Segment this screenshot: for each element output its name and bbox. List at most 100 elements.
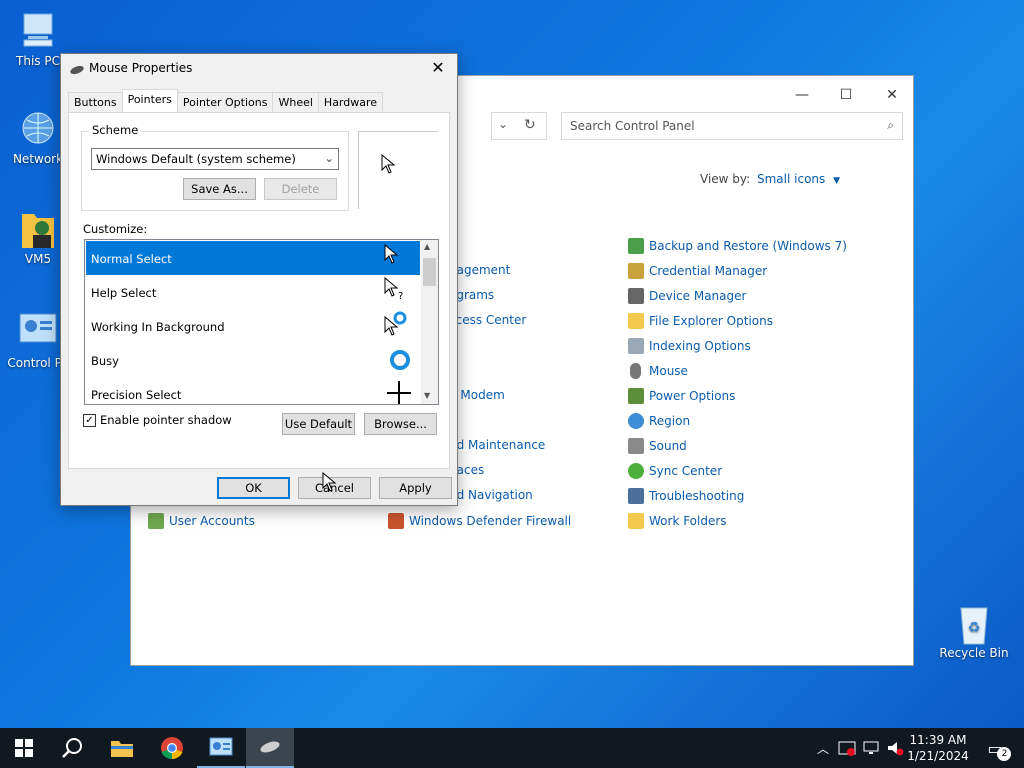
list-item-label: Help Select [91,286,157,300]
cp-item-backup-restore[interactable]: Backup and Restore (Windows 7) [628,238,847,254]
cp-item-label: Power Options [649,389,736,403]
control-panel-taskbar-button[interactable] [197,728,245,768]
list-item-busy[interactable]: Busy [86,343,420,377]
search-button[interactable] [48,728,96,768]
network-tray-button[interactable] [860,728,882,768]
cp-item[interactable]: ccess Center [449,313,526,327]
cp-item-label: Device Manager [649,289,747,303]
pointer-list-scrollbar[interactable]: ▲ ▼ [421,240,438,404]
cp-item-user-accounts[interactable]: User Accounts [148,513,255,529]
cp-item-mouse[interactable]: Mouse [628,363,688,379]
notification-count-badge: 2 [997,746,1012,761]
list-item-help-select[interactable]: Help Select ? [86,275,420,309]
clock[interactable]: 11:39 AM 1/21/2024 [904,728,972,768]
start-button[interactable] [0,728,48,768]
cp-item-label: Sync Center [649,464,723,478]
indexing-icon [628,338,644,354]
pointer-list[interactable]: Normal Select Help Select ? Working In B… [84,239,439,405]
svg-text:?: ? [398,291,403,301]
scroll-up-icon[interactable]: ▲ [424,242,430,251]
address-bar-end[interactable]: ⌄ ↻ [491,112,547,140]
cp-item-label: nagement [449,263,511,277]
search-input[interactable]: Search Control Panel ⌕ [561,112,903,140]
tab-buttons[interactable]: Buttons [68,92,123,112]
cp-item-label: Backup and Restore (Windows 7) [649,239,847,253]
clock-date: 1/21/2024 [907,749,969,763]
maximize-button[interactable]: ☐ [823,82,869,108]
list-item-precision-select[interactable]: Precision Select [86,377,420,404]
mouse-icon [630,363,641,379]
tray-icon[interactable] [836,728,858,768]
cp-item-region[interactable]: Region [628,413,690,429]
cp-item-sync-center[interactable]: Sync Center [628,463,722,479]
cp-item-indexing-options[interactable]: Indexing Options [628,338,751,354]
list-item-normal-select[interactable]: Normal Select [86,241,420,275]
cp-item-label: Sound [649,439,687,453]
list-item-label: Working In Background [91,320,225,334]
desktop-icon-recycle-bin[interactable]: ♻ Recycle Bin [938,602,1010,660]
tab-hardware[interactable]: Hardware [317,92,384,112]
folder-options-icon [628,313,644,329]
cp-item-credential-manager[interactable]: Credential Manager [628,263,767,279]
firewall-icon [388,513,404,529]
delete-button[interactable]: Delete [264,178,337,200]
cp-item-troubleshooting[interactable]: Troubleshooting [628,488,744,504]
cp-item-work-folders[interactable]: Work Folders [628,513,727,529]
view-by-value: Small icons [757,172,826,186]
dialog-close-button[interactable]: ✕ [423,56,453,80]
device-manager-icon [628,288,644,304]
tab-pointers[interactable]: Pointers [121,89,178,112]
enable-shadow-label: Enable pointer shadow [100,413,232,427]
list-item-label: Precision Select [91,388,182,402]
control-panel-icon [18,312,58,352]
view-by-label: View by: [700,172,751,186]
browse-button[interactable]: Browse... [364,413,437,435]
mouse-properties-taskbar-button[interactable] [246,728,294,768]
close-button[interactable]: ✕ [869,82,915,108]
tab-wheel[interactable]: Wheel [272,92,319,112]
apply-button[interactable]: Apply [379,477,452,499]
cp-item-label: Troubleshooting [649,489,745,503]
scroll-down-icon[interactable]: ▼ [424,391,430,400]
cp-item-label: ccess Center [449,313,527,327]
action-center-button[interactable]: ▭ 2 [978,728,1012,768]
checkbox-checked-icon[interactable]: ✓ [83,413,96,427]
cp-item-sound[interactable]: Sound [628,438,687,454]
file-explorer-button[interactable] [98,728,146,768]
cp-item-device-manager[interactable]: Device Manager [628,288,746,304]
power-icon [628,388,644,404]
refresh-icon[interactable]: ↻ [524,117,536,133]
credential-icon [628,263,644,279]
ok-button[interactable]: OK [217,477,290,499]
search-icon [62,738,82,758]
list-item-working-in-background[interactable]: Working In Background [86,309,420,343]
tab-pointer-options[interactable]: Pointer Options [176,92,274,112]
chevron-down-icon[interactable]: ⌄ [498,117,508,131]
cp-item[interactable]: nagement [449,263,510,277]
arrow-cursor-icon [384,244,398,264]
enable-shadow-checkbox[interactable]: ✓ Enable pointer shadow [83,413,232,427]
cp-item-label: Work Folders [649,514,727,528]
cp-item-windows-defender-firewall[interactable]: Windows Defender Firewall [388,513,571,529]
svg-text:♻: ♻ [968,620,981,636]
show-hidden-icons-button[interactable]: ︿ [812,728,834,768]
cp-item-power-options[interactable]: Power Options [628,388,735,404]
help-cursor-icon: ? [384,277,403,301]
volume-tray-button[interactable] [884,728,906,768]
cp-item[interactable]: nd Maintenance [449,438,545,452]
pointer-preview [358,131,438,209]
chrome-button[interactable] [148,728,196,768]
save-as-button[interactable]: Save As... [183,178,256,200]
cp-item-label: Region [649,414,691,428]
volume-muted-icon [888,742,904,756]
use-default-button[interactable]: Use Default [282,413,355,435]
sync-icon [628,463,644,479]
scheme-dropdown[interactable]: Windows Default (system scheme) ⌄ [91,148,339,170]
dialog-title: Mouse Properties [89,61,193,75]
working-cursor-icon [384,311,407,336]
cp-item[interactable]: nd Navigation [449,488,533,502]
view-by-dropdown[interactable]: Small icons ▼ [757,172,840,186]
cp-item-file-explorer-options[interactable]: File Explorer Options [628,313,773,329]
scrollbar-thumb[interactable] [423,258,436,286]
minimize-button[interactable]: — [779,82,825,108]
